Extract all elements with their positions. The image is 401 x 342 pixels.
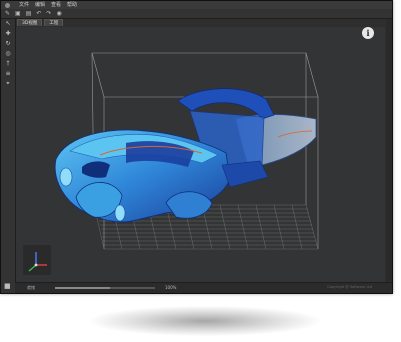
menu-edit[interactable]: 编辑	[35, 1, 45, 9]
menu-view[interactable]: 查看	[51, 1, 61, 9]
tab-3d-view[interactable]: 3D视图	[17, 19, 43, 26]
app-window: 文件 编辑 查看 帮助 ✎ ▣ ▤ ↶ ↷ ◉ 3D视图 工程 ↖ ✚ ↻ ◎ …	[0, 0, 393, 294]
select-icon[interactable]: ↖	[5, 21, 10, 27]
eye-icon[interactable]: ◉	[56, 10, 61, 18]
status-bar: 就绪 100% Copyright @ Software Ltd	[15, 282, 392, 293]
tab-project[interactable]: 工程	[44, 19, 64, 26]
move-icon[interactable]: ✚	[5, 31, 10, 37]
copyright-text: Copyright @ Software Ltd	[327, 285, 372, 289]
app-logo	[5, 2, 10, 8]
view-tabs: 3D视图 工程	[17, 19, 65, 26]
menu-help[interactable]: 帮助	[67, 1, 77, 9]
measure-icon[interactable]: ⌖	[6, 81, 9, 87]
print-icon[interactable]: ▤	[26, 10, 32, 18]
drop-shadow	[90, 306, 320, 336]
right-scrollbar[interactable]	[386, 19, 392, 283]
redo-icon[interactable]: ↷	[46, 10, 51, 18]
axis-gizmo	[23, 245, 51, 275]
car-body-model[interactable]	[54, 88, 317, 223]
scale-icon[interactable]: ◎	[5, 51, 10, 57]
menu-bar: 文件 编辑 查看 帮助	[1, 1, 392, 9]
3d-viewport[interactable]	[16, 27, 385, 283]
pin-icon[interactable]: †	[7, 61, 10, 67]
open-icon[interactable]: ✎	[5, 10, 10, 18]
layers-icon[interactable]: ≡	[5, 71, 10, 77]
scene-render	[54, 52, 319, 250]
left-toolbar: ↖ ✚ ↻ ◎ † ≡ ⌖ ■	[1, 19, 16, 293]
zoom-level: 100%	[165, 285, 177, 290]
rotate-icon[interactable]: ↻	[5, 41, 10, 47]
menu-file[interactable]: 文件	[19, 1, 29, 9]
undo-icon[interactable]: ↶	[36, 10, 41, 18]
status-text: 就绪	[27, 285, 35, 290]
save-icon[interactable]: ▣	[15, 10, 21, 18]
toolbar: ✎ ▣ ▤ ↶ ↷ ◉	[1, 9, 392, 19]
trash-icon[interactable]: ■	[4, 282, 11, 290]
info-button[interactable]: i	[362, 27, 374, 39]
progress-bar	[55, 287, 155, 289]
progress-fill	[55, 287, 110, 289]
